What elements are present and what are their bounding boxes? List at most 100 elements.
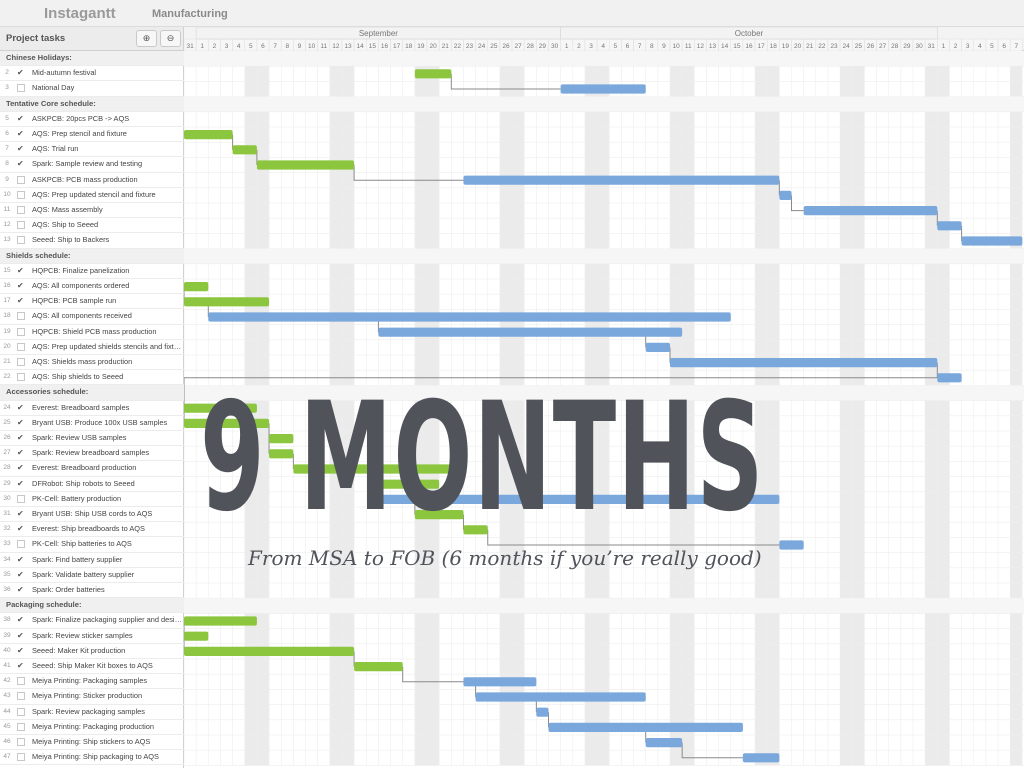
task-row[interactable]: 11 AQS: Mass assembly (0, 203, 184, 219)
task-row[interactable]: 32 ✔ Everest: Ship breadboards to AQS (0, 522, 184, 538)
checkbox[interactable] (17, 175, 25, 184)
task-row[interactable]: 2 ✔ Mid-autumn festival (0, 66, 184, 82)
task-row[interactable]: 24 ✔ Everest: Breadboard samples (0, 401, 184, 416)
task-name[interactable]: DFRobot: Ship robots to Seeed (32, 477, 182, 491)
checkbox[interactable] (17, 236, 25, 245)
task-bar[interactable] (670, 358, 938, 368)
checkbox[interactable] (17, 707, 25, 716)
task-bar[interactable] (560, 84, 646, 94)
task-name[interactable]: AQS: Ship shields to Seeed (32, 370, 182, 384)
task-row[interactable]: 12 AQS: Ship to Seeed (0, 218, 184, 234)
task-name[interactable]: AQS: All components ordered (32, 279, 182, 293)
checkmark-icon[interactable]: ✔ (17, 114, 25, 123)
section-header[interactable]: Chinese Holidays: (0, 51, 184, 67)
checkmark-icon[interactable]: ✔ (17, 570, 25, 579)
task-row[interactable]: 6 ✔ AQS: Prep stencil and fixture (0, 127, 184, 143)
task-row[interactable]: 19 HQPCB: Shield PCB mass production (0, 325, 184, 340)
task-bar[interactable] (184, 616, 257, 626)
task-name[interactable]: AQS: Ship to Seeed (32, 218, 182, 232)
task-name[interactable]: Bryant USB: Ship USB cords to AQS (32, 507, 182, 521)
task-bar[interactable] (184, 297, 270, 307)
task-name[interactable]: Spark: Review sticker samples (32, 629, 182, 643)
task-name[interactable]: Everest: Ship breadboards to AQS (32, 522, 182, 536)
task-bar[interactable] (937, 373, 962, 383)
task-name[interactable]: Spark: Order batteries (32, 583, 182, 597)
section-header[interactable]: Tentative Core schedule: (0, 96, 184, 112)
checkbox[interactable] (17, 738, 25, 746)
task-name[interactable]: Meiya Printing: Ship packaging to AQS (32, 750, 182, 764)
task-row[interactable]: 47 Meiya Printing: Ship packaging to AQS (0, 750, 184, 766)
task-row[interactable]: 43 Meiya Printing: Sticker production (0, 689, 184, 705)
checkmark-icon[interactable]: ✔ (17, 160, 25, 168)
checkmark-icon[interactable]: ✔ (17, 510, 25, 518)
checkbox[interactable] (17, 206, 25, 214)
task-row[interactable]: 36 ✔ Spark: Order batteries (0, 583, 184, 599)
task-name[interactable]: Spark: Review breadboard samples (32, 446, 182, 460)
task-row[interactable]: 15 ✔ HQPCB: Finalize panelization (0, 264, 184, 279)
task-row[interactable]: 16 ✔ AQS: All components ordered (0, 279, 184, 295)
task-bar[interactable] (463, 677, 537, 687)
zoom-out-button[interactable]: ⊖ (160, 30, 181, 47)
task-name[interactable]: PK-Cell: Ship batteries to AQS (32, 537, 182, 551)
checkmark-icon[interactable]: ✔ (17, 145, 25, 153)
checkbox[interactable] (17, 692, 25, 701)
task-row[interactable]: 25 ✔ Bryant USB: Produce 100x USB samples (0, 416, 184, 431)
task-name[interactable]: National Day (32, 81, 182, 95)
task-name[interactable]: AQS: Mass assembly (32, 203, 182, 217)
section-header[interactable]: Accessories schedule: (0, 385, 184, 401)
checkmark-icon[interactable]: ✔ (17, 586, 25, 594)
task-bar[interactable] (645, 738, 683, 748)
checkmark-icon[interactable]: ✔ (17, 434, 25, 442)
app-logo[interactable]: Instagantt (44, 5, 116, 22)
checkbox[interactable] (17, 327, 25, 336)
task-name[interactable]: ASKPCB: 20pcs PCB -> AQS (32, 112, 182, 126)
task-bar[interactable] (463, 175, 780, 185)
task-bar[interactable] (184, 130, 233, 140)
task-name[interactable]: Meiya Printing: Packaging production (32, 720, 182, 734)
zoom-in-button[interactable]: ⊕ (136, 30, 157, 47)
checkmark-icon[interactable]: ✔ (17, 555, 25, 564)
checkbox[interactable] (17, 221, 25, 230)
task-row[interactable]: 39 ✔ Spark: Review sticker samples (0, 629, 184, 644)
task-name[interactable]: Seeed: Maker Kit production (32, 644, 182, 658)
task-bar[interactable] (414, 69, 452, 79)
task-name[interactable]: Meiya Printing: Ship stickers to AQS (32, 735, 182, 749)
task-bar[interactable] (184, 282, 209, 292)
checkmark-icon[interactable]: ✔ (17, 646, 25, 655)
task-row[interactable]: 31 ✔ Bryant USB: Ship USB cords to AQS (0, 507, 184, 523)
section-header[interactable]: Packaging schedule: (0, 598, 184, 614)
task-bar[interactable] (354, 662, 403, 672)
task-name[interactable]: AQS: Prep updated shields stencils and f… (32, 340, 182, 354)
checkbox[interactable] (17, 373, 25, 382)
task-name[interactable]: Seeed: Ship to Backers (32, 233, 182, 247)
section-header[interactable]: Shields schedule: (0, 248, 184, 264)
task-row[interactable]: 40 ✔ Seeed: Maker Kit production (0, 644, 184, 659)
task-name[interactable]: Spark: Sample review and testing (32, 157, 182, 171)
checkmark-icon[interactable]: ✔ (17, 282, 25, 290)
checkbox[interactable] (17, 753, 25, 762)
task-name[interactable]: Meiya Printing: Packaging samples (32, 674, 182, 688)
checkmark-icon[interactable]: ✔ (17, 616, 25, 624)
task-name[interactable]: PK-Cell: Battery production (32, 492, 182, 506)
task-row[interactable]: 13 Seeed: Ship to Backers (0, 233, 184, 249)
checkmark-icon[interactable]: ✔ (17, 525, 25, 533)
task-row[interactable]: 9 ASKPCB: PCB mass production (0, 173, 184, 188)
task-bar[interactable] (961, 236, 1023, 246)
project-title[interactable]: Manufacturing (152, 8, 228, 20)
task-bar[interactable] (645, 342, 670, 352)
task-row[interactable]: 42 Meiya Printing: Packaging samples (0, 674, 184, 690)
task-row[interactable]: 38 ✔ Spark: Finalize packaging supplier an… (0, 613, 184, 629)
task-name[interactable]: HQPCB: Finalize panelization (32, 264, 182, 278)
task-row[interactable]: 21 AQS: Shields mass production (0, 355, 184, 371)
task-row[interactable]: 20 AQS: Prep updated shields stencils and… (0, 340, 184, 355)
task-row[interactable]: 8 ✔ Spark: Sample review and testing (0, 157, 184, 173)
checkmark-icon[interactable]: ✔ (17, 631, 25, 640)
task-row[interactable]: 22 AQS: Ship shields to Seeed (0, 370, 184, 386)
task-name[interactable]: Bryant USB: Produce 100x USB samples (32, 416, 182, 430)
task-row[interactable]: 7 ✔ AQS: Trial run (0, 142, 184, 158)
task-name[interactable]: Spark: Review packaging samples (32, 705, 182, 719)
task-bar[interactable] (208, 312, 731, 322)
checkmark-icon[interactable]: ✔ (17, 69, 25, 77)
task-name[interactable]: HQPCB: PCB sample run (32, 294, 182, 308)
task-name[interactable]: Spark: Finalize packaging supplier and d… (32, 613, 182, 627)
